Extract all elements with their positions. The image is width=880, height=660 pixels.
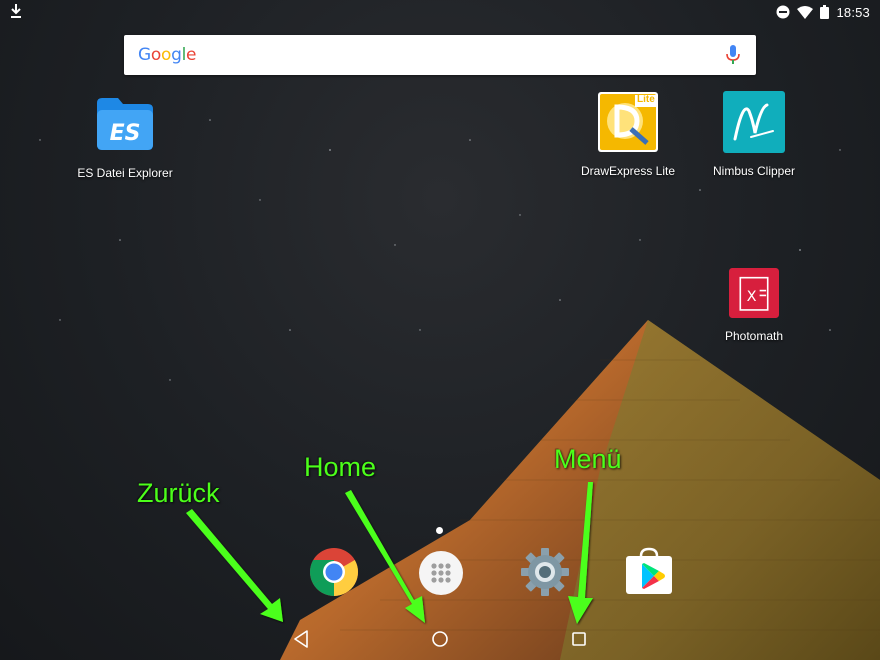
settings-gear-icon[interactable] [520,547,570,597]
play-store-icon[interactable] [624,546,674,596]
nav-home-button[interactable] [420,624,460,654]
do-not-disturb-icon [776,5,790,19]
recents-square-icon [572,632,586,646]
app-label: ES Datei Explorer [77,166,173,180]
google-search-bar[interactable]: Google [124,35,756,75]
app-label: Photomath [724,329,784,343]
nimbus-icon [723,91,785,153]
lite-badge: Lite [637,94,655,105]
chrome-icon[interactable] [309,547,359,597]
clock: 18:53 [836,4,870,20]
app-photomath[interactable]: X Photomath [699,268,809,343]
download-icon [11,4,21,18]
logo-letter: g [171,45,182,65]
battery-icon [820,5,830,19]
mic-icon[interactable] [726,45,740,65]
logo-letter: o [160,45,172,65]
annotation-menu-label: Menü [554,444,622,474]
annotation-back-label: Zurück [137,478,220,508]
nav-recents-button[interactable] [559,624,599,654]
photomath-icon: X [729,268,779,318]
back-triangle-icon [294,630,308,648]
app-label: DrawExpress Lite [580,164,676,178]
logo-letter: e [186,45,197,65]
page-indicator-dot [436,527,443,534]
svg-text:X: X [747,289,757,305]
app-es-datei-explorer[interactable]: ES ES Datei Explorer [70,93,180,180]
wifi-icon [797,5,814,19]
home-circle-icon [432,631,448,647]
nav-back-button[interactable] [282,624,322,654]
folder-icon: ES [97,98,153,150]
app-drawexpress-lite[interactable]: DrawExpress Lite [573,91,683,178]
app-label: Nimbus Clipper [712,164,796,178]
annotation-home-label: Home [304,452,377,482]
logo-letter: o [150,45,161,65]
status-bar: 18:53 [0,0,880,24]
logo-letter: G [138,45,151,65]
app-drawer-icon[interactable] [416,548,466,598]
google-logo: Google [138,45,197,65]
svg-text:ES: ES [110,121,141,146]
app-nimbus-clipper[interactable]: Nimbus Clipper [699,91,809,178]
